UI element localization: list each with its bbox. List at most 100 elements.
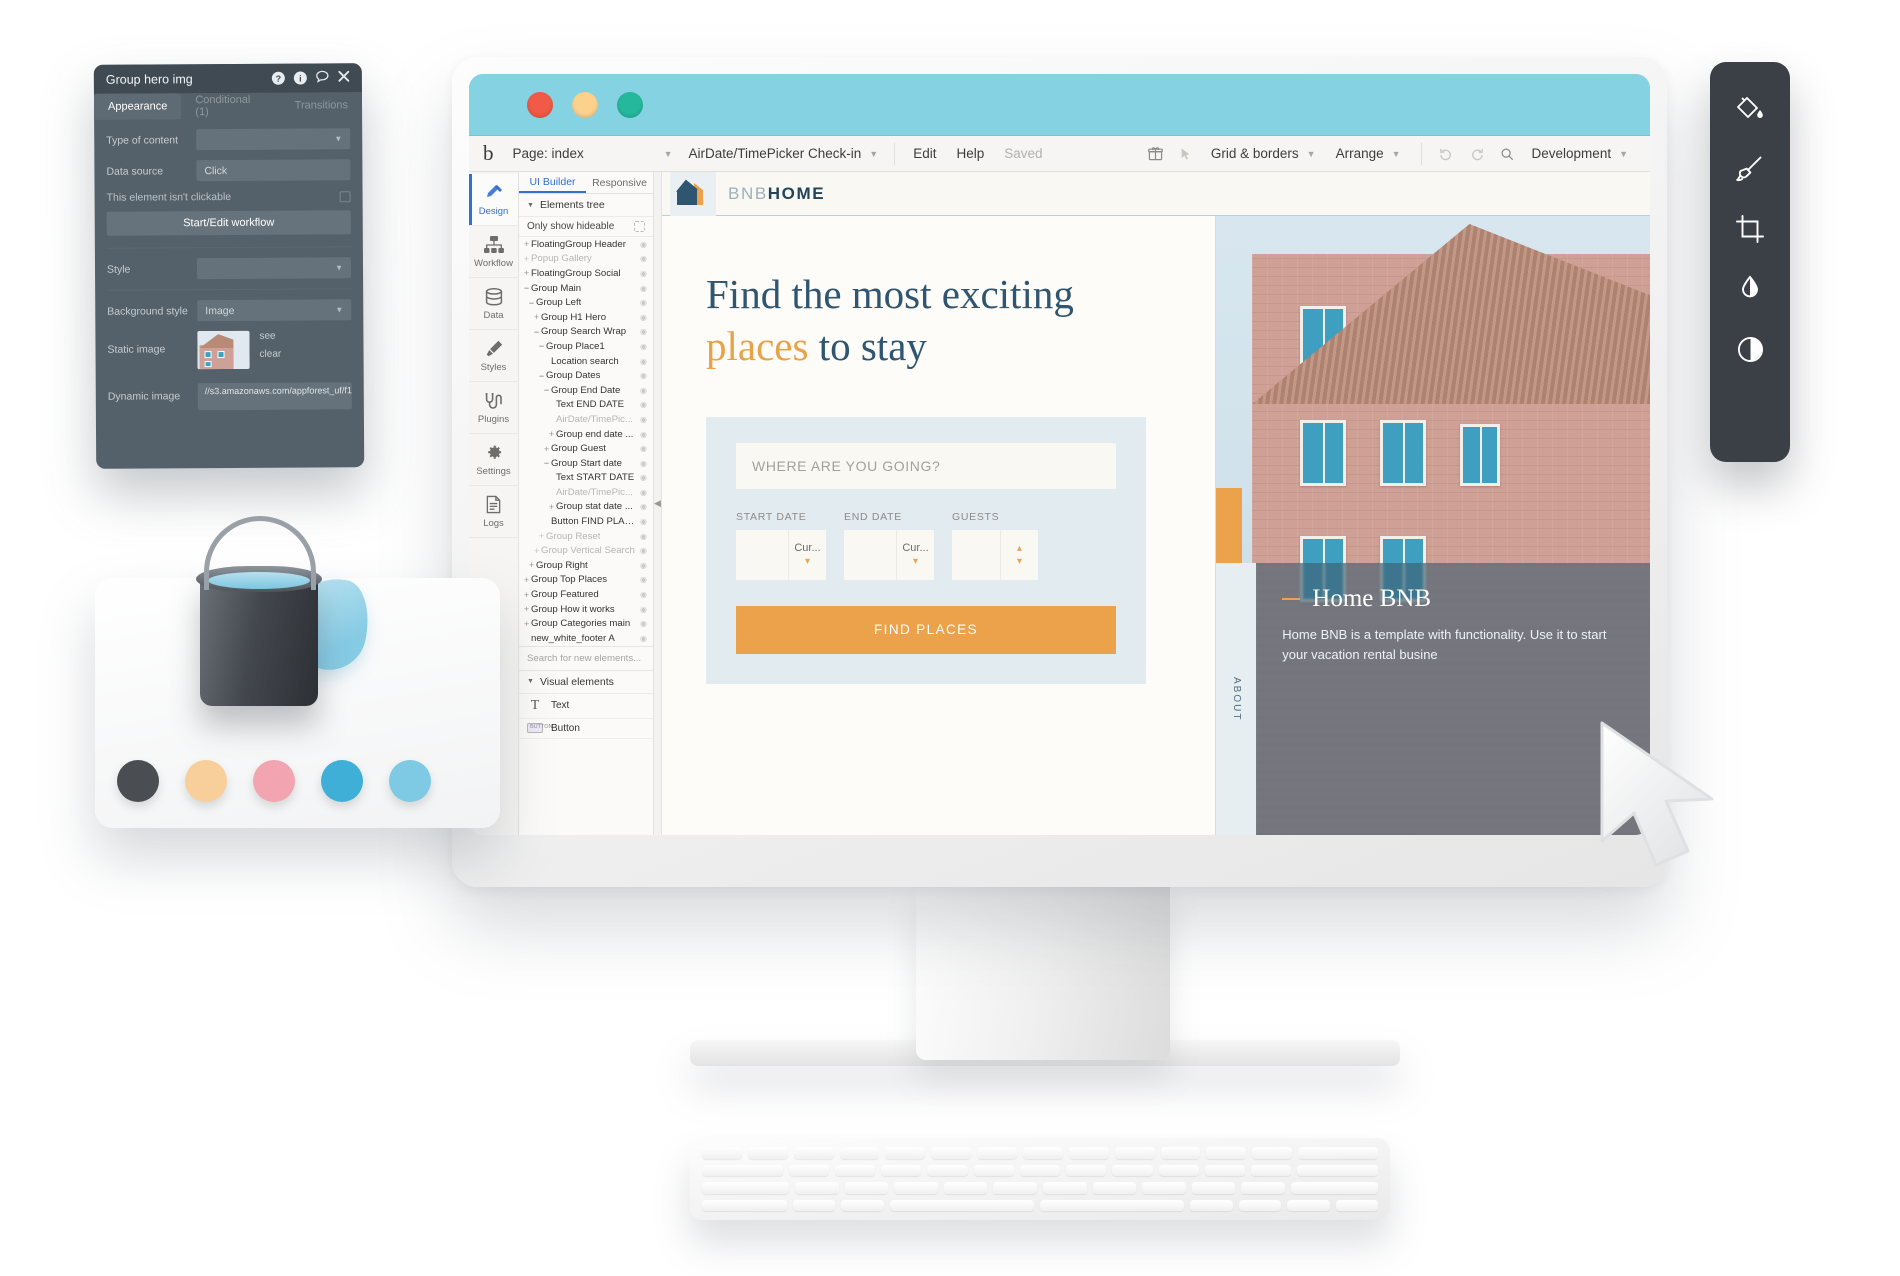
start-date-field[interactable]: Cur... ▾ — [736, 529, 826, 580]
fill-bucket-icon[interactable] — [1729, 88, 1771, 130]
eye-icon[interactable]: ◉ — [640, 444, 647, 453]
expand-icon[interactable]: + — [522, 619, 531, 629]
maximize-dot[interactable] — [617, 91, 643, 118]
eye-icon[interactable]: ◉ — [640, 546, 647, 555]
sidebar-item-logs[interactable]: Logs — [469, 486, 518, 538]
eye-icon[interactable]: ◉ — [640, 575, 647, 584]
close-icon[interactable] — [338, 70, 350, 85]
expand-icon[interactable]: + — [522, 575, 531, 585]
tab-transitions[interactable]: Transitions — [281, 92, 363, 118]
gift-icon[interactable] — [1143, 142, 1169, 166]
swatch-pink[interactable] — [253, 760, 295, 802]
sidebar-item-styles[interactable]: Styles — [469, 330, 518, 382]
contrast-icon[interactable] — [1729, 328, 1771, 370]
swatch-peach[interactable] — [185, 760, 227, 802]
eye-icon[interactable]: ◉ — [640, 459, 647, 468]
tree-node[interactable]: − Group Search Wrap ◉ — [519, 325, 653, 340]
start-date-picker-button[interactable]: Cur... ▾ — [788, 529, 826, 580]
expand-icon[interactable]: + — [532, 312, 541, 322]
eye-icon[interactable]: ◉ — [640, 313, 647, 322]
tree-node[interactable]: AirDate/TimePic... ◉ — [519, 485, 653, 500]
eye-icon[interactable]: ◉ — [640, 386, 647, 395]
start-edit-workflow-button[interactable]: Start/Edit workflow — [106, 210, 351, 236]
eye-icon[interactable]: ◉ — [640, 561, 647, 570]
undo-icon[interactable] — [1434, 142, 1460, 166]
info-icon[interactable]: i — [293, 71, 307, 85]
eye-icon[interactable]: ◉ — [640, 240, 647, 249]
eye-icon[interactable]: ◉ — [640, 298, 647, 307]
only-show-hideable-row[interactable]: Only show hideable — [519, 217, 653, 237]
tree-node[interactable]: + Group Categories main ◉ — [519, 616, 653, 631]
eye-icon[interactable]: ◉ — [640, 473, 647, 482]
expand-icon[interactable]: + — [527, 560, 536, 570]
tree-node[interactable]: Button FIND PLACES ◉ — [519, 514, 653, 529]
eye-icon[interactable]: ◉ — [640, 532, 647, 541]
tree-node[interactable]: + Group H1 Hero ◉ — [519, 310, 653, 325]
collapse-icon[interactable]: − — [527, 298, 536, 308]
eye-icon[interactable]: ◉ — [640, 254, 647, 263]
elements-tree-header[interactable]: ▼ Elements tree — [519, 194, 653, 217]
expand-icon[interactable]: + — [522, 268, 531, 278]
static-image-thumbnail[interactable] — [197, 330, 250, 370]
sidebar-item-data[interactable]: Data — [469, 278, 518, 330]
panel-collapse-handle[interactable]: ◀ — [654, 172, 662, 835]
expand-icon[interactable]: + — [537, 531, 546, 541]
tab-conditional[interactable]: Conditional (1) — [181, 93, 280, 120]
version-menu[interactable]: Development ▼ — [1524, 143, 1636, 164]
eye-icon[interactable]: ◉ — [640, 502, 647, 511]
location-search-input[interactable]: WHERE ARE YOU GOING? — [736, 442, 1116, 489]
palette-item-text[interactable]: T Text — [519, 694, 653, 719]
collapse-icon[interactable]: − — [537, 371, 546, 381]
redo-icon[interactable] — [1464, 142, 1490, 166]
droplet-icon[interactable] — [1729, 268, 1771, 310]
swatch-blue[interactable] — [321, 760, 363, 802]
tree-node[interactable]: + FloatingGroup Social ◉ — [519, 266, 653, 281]
eye-icon[interactable]: ◉ — [640, 342, 647, 351]
tree-node[interactable]: + Group Vertical Search ◉ — [519, 543, 653, 558]
expand-icon[interactable]: + — [542, 444, 551, 454]
sidebar-item-settings[interactable]: Settings — [469, 434, 518, 486]
tree-node[interactable]: + Group Guest ◉ — [519, 441, 653, 456]
eye-icon[interactable]: ◉ — [640, 634, 647, 643]
close-dot[interactable] — [527, 91, 553, 118]
expand-icon[interactable]: + — [522, 590, 531, 600]
type-of-content-dropdown[interactable]: ▼ — [196, 128, 351, 151]
data-source-field[interactable]: Click — [196, 159, 351, 182]
visual-elements-header[interactable]: ▼ Visual elements — [519, 671, 653, 694]
grid-borders-menu[interactable]: Grid & borders ▼ — [1203, 143, 1324, 164]
eye-icon[interactable]: ◉ — [640, 415, 647, 424]
eye-icon[interactable]: ◉ — [640, 269, 647, 278]
tree-node[interactable]: + Group end date ... ◉ — [519, 427, 653, 442]
background-style-dropdown[interactable]: Image ▼ — [197, 299, 352, 322]
expand-icon[interactable]: + — [547, 429, 556, 439]
bubble-logo[interactable]: b — [483, 143, 494, 164]
collapse-icon[interactable]: − — [537, 341, 546, 351]
new-elements-search[interactable]: Search for new elements... — [519, 645, 653, 671]
static-image-clear-link[interactable]: clear — [260, 349, 282, 360]
expand-icon[interactable]: + — [522, 254, 531, 264]
tab-appearance[interactable]: Appearance — [93, 93, 182, 120]
swatch-dark[interactable] — [117, 760, 159, 802]
tree-node[interactable]: + Group Reset ◉ — [519, 529, 653, 544]
expand-icon[interactable]: + — [532, 546, 541, 556]
palette-item-button[interactable]: BUTTON Button — [519, 719, 653, 739]
eye-icon[interactable]: ◉ — [640, 371, 647, 380]
search-icon[interactable] — [1494, 142, 1520, 166]
crop-icon[interactable] — [1729, 208, 1771, 250]
tree-node[interactable]: − Group Main ◉ — [519, 281, 653, 296]
collapse-icon[interactable]: − — [522, 283, 531, 293]
eye-icon[interactable]: ◉ — [640, 619, 647, 628]
static-image-see-link[interactable]: see — [259, 331, 281, 342]
sidebar-item-workflow[interactable]: Workflow — [469, 226, 518, 278]
tree-node[interactable]: − Group Start date ◉ — [519, 456, 653, 471]
expand-icon[interactable]: + — [522, 239, 531, 249]
tree-node[interactable]: − Group End Date ◉ — [519, 383, 653, 398]
pointer-icon[interactable] — [1173, 142, 1199, 166]
tab-responsive[interactable]: Responsive — [586, 172, 653, 193]
eye-icon[interactable]: ◉ — [640, 357, 647, 366]
collapse-icon[interactable]: − — [542, 385, 551, 395]
only-show-hideable-checkbox[interactable] — [634, 221, 645, 232]
expand-icon[interactable]: + — [522, 604, 531, 614]
tree-node[interactable]: − Group Left ◉ — [519, 295, 653, 310]
tree-node[interactable]: − Group Place1 ◉ — [519, 339, 653, 354]
